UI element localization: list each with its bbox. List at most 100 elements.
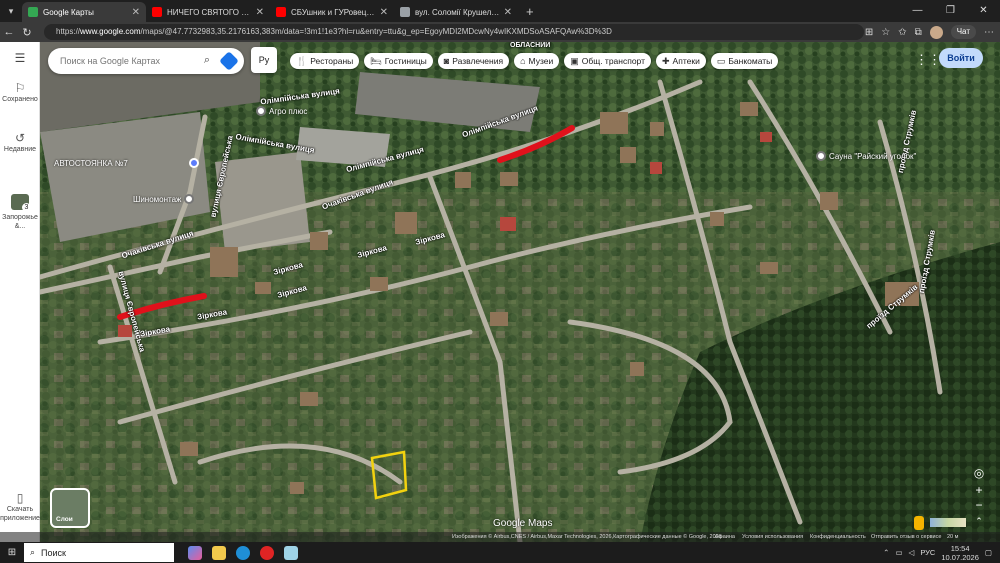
chip-label: Общ. транспорт bbox=[581, 56, 645, 66]
imagery-thumbnails[interactable] bbox=[930, 518, 966, 527]
chip-label: Банкоматы bbox=[728, 56, 773, 66]
phone-icon: ▯ bbox=[16, 491, 24, 505]
sidebar-item-label: Запорожье &... bbox=[2, 214, 38, 230]
chip-atms[interactable]: ▭ Банкоматы bbox=[710, 53, 779, 69]
opera-icon[interactable] bbox=[260, 545, 274, 560]
badge-count: 3 bbox=[22, 203, 31, 212]
tab-list-icon[interactable]: ▾ bbox=[0, 0, 22, 22]
poi-sauna[interactable]: Сауна "Райский уголок" bbox=[816, 151, 916, 161]
poi-label: Агро плюс bbox=[269, 106, 308, 116]
privacy-link[interactable]: Конфиденциальность bbox=[810, 532, 866, 542]
window-controls: — ❐ ✕ bbox=[901, 0, 1000, 22]
collections-icon[interactable]: ⧉ bbox=[915, 27, 922, 38]
maximize-button[interactable]: ❐ bbox=[934, 0, 967, 22]
favorites-icon[interactable]: ✩ bbox=[898, 27, 906, 38]
search-icon[interactable]: ⌕ bbox=[204, 54, 210, 67]
sidebar-saved[interactable]: ⚐ Сохранено bbox=[0, 81, 40, 104]
new-tab-button[interactable]: + bbox=[518, 2, 542, 22]
taskbar-search[interactable]: ⌕ Поиск bbox=[24, 543, 174, 562]
close-tab-icon[interactable]: ✕ bbox=[380, 7, 388, 18]
minimize-button[interactable]: — bbox=[901, 0, 934, 22]
sidebar-download-app[interactable]: ▯ Скачать приложение bbox=[0, 491, 40, 523]
tab-street-page[interactable]: вул. Соломії Крушельницької (Ч... ✕ bbox=[394, 2, 518, 22]
close-tab-icon[interactable]: ✕ bbox=[504, 7, 512, 18]
url-field[interactable]: https://www.google.com/maps/@47.7732983,… bbox=[44, 24, 864, 40]
expand-controls-icon[interactable]: ⌃ bbox=[970, 514, 988, 528]
youtube-favicon-icon bbox=[276, 7, 286, 17]
search-box: ⌕ bbox=[48, 48, 244, 74]
poi-shinomontazh[interactable]: Шиномонтаж bbox=[133, 194, 195, 204]
volume-icon[interactable]: ◁ bbox=[909, 548, 915, 557]
chip-restaurants[interactable]: 🍴 Рестораны bbox=[290, 53, 360, 69]
windows-taskbar: ⊞ ⌕ Поиск ⌃ ▭ ◁ РУС 15:54 10.07.2026 ▢ bbox=[0, 542, 1000, 563]
language-selector[interactable]: Ру bbox=[251, 47, 277, 73]
menu-icon[interactable]: ☰ bbox=[0, 52, 40, 64]
zoom-out-button[interactable]: − bbox=[970, 498, 988, 512]
zoom-in-button[interactable]: + bbox=[970, 483, 988, 497]
windows-start-icon[interactable]: ⊞ bbox=[0, 547, 24, 558]
google-apps-icon[interactable]: ⋮⋮ bbox=[915, 52, 941, 68]
maps-sidebar: ☰ ⚐ Сохранено ↺ Недавние 3 Запорожье &... ▯… bbox=[0, 42, 40, 542]
chip-hotels[interactable]: 🛏 Гостиницы bbox=[364, 53, 433, 69]
chip-museums[interactable]: ⌂ Музеи bbox=[514, 53, 560, 69]
bookmark-icon: ⚐ bbox=[14, 81, 26, 95]
notifications-icon[interactable]: ▢ bbox=[985, 548, 992, 557]
poi-label: Шиномонтаж bbox=[133, 194, 182, 204]
system-tray: ⌃ ▭ ◁ РУС 15:54 10.07.2026 ▢ bbox=[883, 542, 992, 563]
more-menu-icon[interactable]: ⋯ bbox=[984, 27, 994, 38]
my-location-icon[interactable]: ◎ bbox=[970, 466, 988, 480]
hotel-icon: 🛏 bbox=[370, 56, 382, 66]
reload-icon[interactable]: ↻ bbox=[18, 26, 36, 39]
search-input[interactable] bbox=[60, 56, 196, 66]
clock-date: 10.07.2026 bbox=[941, 552, 979, 562]
directions-icon[interactable] bbox=[219, 51, 239, 71]
clock-time: 15:54 bbox=[950, 543, 970, 553]
chip-label: Гостиницы bbox=[384, 56, 427, 66]
chip-transit[interactable]: ▣ Общ. транспорт bbox=[564, 53, 651, 69]
language-indicator[interactable]: РУС bbox=[920, 548, 935, 557]
copilot-chat-button[interactable]: Чат bbox=[950, 25, 976, 39]
tab-youtube-1[interactable]: НИЧЕГО СВЯТОГО с Сергеем По... ✕ bbox=[146, 2, 270, 22]
poi-agroplus[interactable]: Агро плюс bbox=[256, 106, 307, 116]
terms-link[interactable]: Условия использования bbox=[742, 532, 803, 542]
network-icon[interactable]: ▭ bbox=[895, 548, 902, 557]
search-icon: ⌕ bbox=[30, 547, 36, 557]
scale-bar[interactable]: 20 м bbox=[947, 532, 958, 542]
tab-title: НИЧЕГО СВЯТОГО с Сергеем По... bbox=[167, 7, 252, 17]
file-explorer-icon[interactable] bbox=[212, 545, 226, 560]
tray-expand-icon[interactable]: ⌃ bbox=[883, 548, 889, 557]
country-link[interactable]: Украина bbox=[714, 532, 735, 542]
page-favicon-icon bbox=[400, 7, 410, 17]
feedback-link[interactable]: Отправить отзыв о сервисе bbox=[871, 532, 941, 542]
url-host: www.google.com bbox=[80, 27, 141, 36]
back-icon[interactable]: ← bbox=[0, 26, 18, 38]
close-tab-icon[interactable]: ✕ bbox=[132, 7, 140, 18]
tab-google-maps[interactable]: Google Карты ✕ bbox=[22, 2, 146, 22]
app-icon[interactable] bbox=[284, 545, 298, 560]
satellite-map[interactable]: Олімпійська вулиця Олімпійська вулиця Ол… bbox=[0, 42, 1000, 542]
chip-entertainment[interactable]: ◙ Развлечения bbox=[437, 53, 510, 69]
login-button[interactable]: Войти bbox=[939, 48, 983, 68]
layers-button[interactable]: Слои bbox=[50, 488, 90, 528]
sidebar-item-label: Скачать приложение bbox=[0, 506, 40, 522]
clock[interactable]: 15:54 10.07.2026 bbox=[941, 544, 979, 562]
poi-label: АВТОСТОЯНКА №7 bbox=[54, 158, 128, 168]
chip-label: Музеи bbox=[528, 56, 554, 66]
poi-marker-icon bbox=[256, 106, 266, 116]
url-path: /maps/@47.7732983,35.2176163,383m/data=!… bbox=[140, 27, 612, 36]
edge-browser-icon[interactable] bbox=[236, 545, 250, 560]
install-app-icon[interactable]: ⊞ bbox=[865, 27, 873, 38]
profile-avatar[interactable] bbox=[929, 25, 943, 39]
pegman-icon[interactable] bbox=[914, 516, 924, 530]
close-window-button[interactable]: ✕ bbox=[967, 0, 1000, 22]
taskbar-search-label: Поиск bbox=[41, 547, 66, 558]
tab-youtube-2[interactable]: СБУшник и ГУРовец застрелили... ✕ bbox=[270, 2, 394, 22]
poi-parking[interactable]: АВТОСТОЯНКА №7 bbox=[54, 158, 199, 168]
parking-icon bbox=[188, 158, 199, 168]
bookmark-star-icon[interactable]: ☆ bbox=[881, 27, 890, 38]
sidebar-recent[interactable]: ↺ Недавние bbox=[0, 132, 40, 154]
chip-pharmacies[interactable]: ✚ Аптеки bbox=[656, 53, 706, 69]
close-tab-icon[interactable]: ✕ bbox=[256, 7, 264, 18]
copilot-icon[interactable] bbox=[188, 545, 202, 560]
sidebar-recent-place[interactable]: 3 Запорожье &... bbox=[0, 194, 40, 231]
